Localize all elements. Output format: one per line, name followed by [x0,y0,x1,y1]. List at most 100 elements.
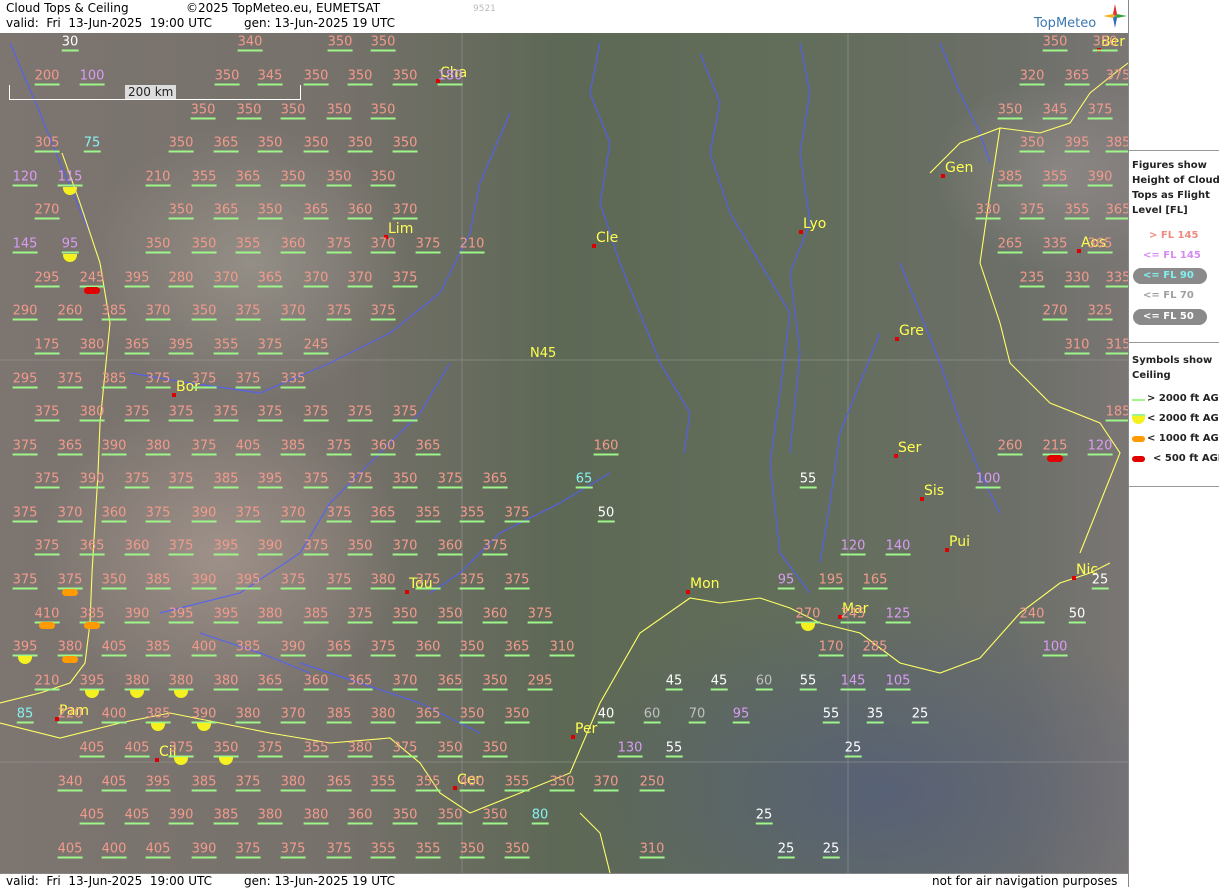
cloud-top-label: 350 [213,740,239,758]
ceiling-line [415,251,441,254]
cloud-top-label: 345 [1042,102,1068,120]
cloud-top-label: 290 [12,303,38,321]
cloud-top-label: 355 [191,169,217,187]
cloud-top-label: 355 [415,774,441,792]
cloud-top-label: 355 [504,774,530,792]
cloud-top-label: 65 [575,471,593,489]
river [939,42,991,164]
cloud-top-label: 350 [303,135,329,153]
cloud-top-label: 375 [168,740,194,758]
ceiling-line [885,621,911,624]
ceiling-line [83,150,101,153]
river [699,52,811,594]
cloud-top-label: 120 [12,169,38,187]
ceiling-line [101,721,127,724]
ceiling-line [145,184,171,187]
ceiling-line [1019,285,1045,288]
ceiling-line [527,621,553,624]
satellite-map[interactable]: 200 km N45 Cha Lim Cle Lyo Gen Aos Gre Bor Ser Si… [0,33,1131,873]
cloud-top-label: 120 [1087,438,1113,456]
cloud-top-label: 245 [79,270,105,288]
ceiling-line [437,755,463,758]
cloud-top-label: 390 [124,606,150,624]
ceiling-line [1042,654,1068,657]
ceiling-line [57,386,83,389]
ceiling-line [415,856,441,859]
cloud-top-label: 375 [303,538,329,556]
legend-fl-3: <= FL 90 [1143,270,1194,281]
ceiling-line [1105,150,1131,153]
ceiling-line [168,822,194,825]
cloud-top-label: 370 [392,538,418,556]
cloud-top-label: 380 [213,673,239,691]
ceiling-line [755,822,773,825]
ceiling-line [347,150,373,153]
cloud-top-label: 390 [191,505,217,523]
ceiling-line [1042,318,1068,321]
ceiling-line [213,688,239,691]
ceiling-line [1068,621,1086,624]
ceiling-line [235,184,261,187]
cloud-top-label: 395 [213,538,239,556]
cloud-top-label: 390 [257,538,283,556]
ceiling-line [326,453,352,456]
ceiling-line [597,721,615,724]
cloud-top-label: 360 [280,236,306,254]
ceiling-line [124,285,150,288]
ceiling-line [370,49,396,52]
ceiling-line [370,251,396,254]
cloud-top-label: 375 [392,740,418,758]
ceiling-line [235,654,261,657]
cloud-top-label: 350 [392,135,418,153]
cloud-top-label: 400 [101,706,127,724]
cloud-top-label: 365 [482,471,508,489]
scale-label: 200 km [125,85,177,99]
city-label: Gre [899,323,924,339]
cloud-top-label: 355 [213,337,239,355]
cloud-top-label: 375 [326,572,352,590]
ceiling-line [370,184,396,187]
ceiling-line [145,654,171,657]
cloud-top-label: 390 [168,807,194,825]
cloud-top-label: 100 [975,471,1001,489]
ceiling-line [235,587,261,590]
legend-divider [1129,486,1219,487]
ceiling-line [527,688,553,691]
cloud-top-label: 385 [145,639,171,657]
ceiling-line [593,453,619,456]
cloud-top-label: 375 [392,404,418,422]
legend-sidebar: Figures show Height of Cloud Tops as Fli… [1128,0,1219,887]
cloud-top-label: 365 [415,706,441,724]
ceiling-line [665,755,683,758]
cloud-top-label: 390 [101,438,127,456]
ceiling-line [168,419,194,422]
cloud-top-label: 45 [665,673,683,691]
cloud-top-label: 375 [124,404,150,422]
ceiling-line [190,117,216,120]
cloud-top-label: 385 [326,706,352,724]
cloud-top-label: 350 [347,68,373,86]
cloud-top-label: 375 [527,606,553,624]
ceiling-line [617,755,643,758]
ceiling-line [392,553,418,556]
cloud-top-label: 115 [57,169,83,187]
cloud-top-label: 355 [415,505,441,523]
cloud-top-label: 375 [57,572,83,590]
legend-fl-5: <= FL 50 [1143,311,1194,322]
ceiling-line [1064,150,1090,153]
ceiling-line [257,486,283,489]
ceiling-line [459,251,485,254]
ceiling-line [124,621,150,624]
cloud-top-label: 385 [280,438,306,456]
ceiling-line [168,621,194,624]
cloud-top-label: 405 [79,740,105,758]
legend-fig-title-2: Height of Cloud [1132,175,1219,186]
ceiling-line [57,721,83,724]
legend-orange-symbol [1132,436,1145,442]
cloud-top-label: 345 [257,68,283,86]
cloud-top-label: 375 [12,505,38,523]
cloud-top-label: 375 [504,572,530,590]
ceiling-line [191,386,217,389]
cloud-top-label: 175 [34,337,60,355]
ceiling-line [235,520,261,523]
